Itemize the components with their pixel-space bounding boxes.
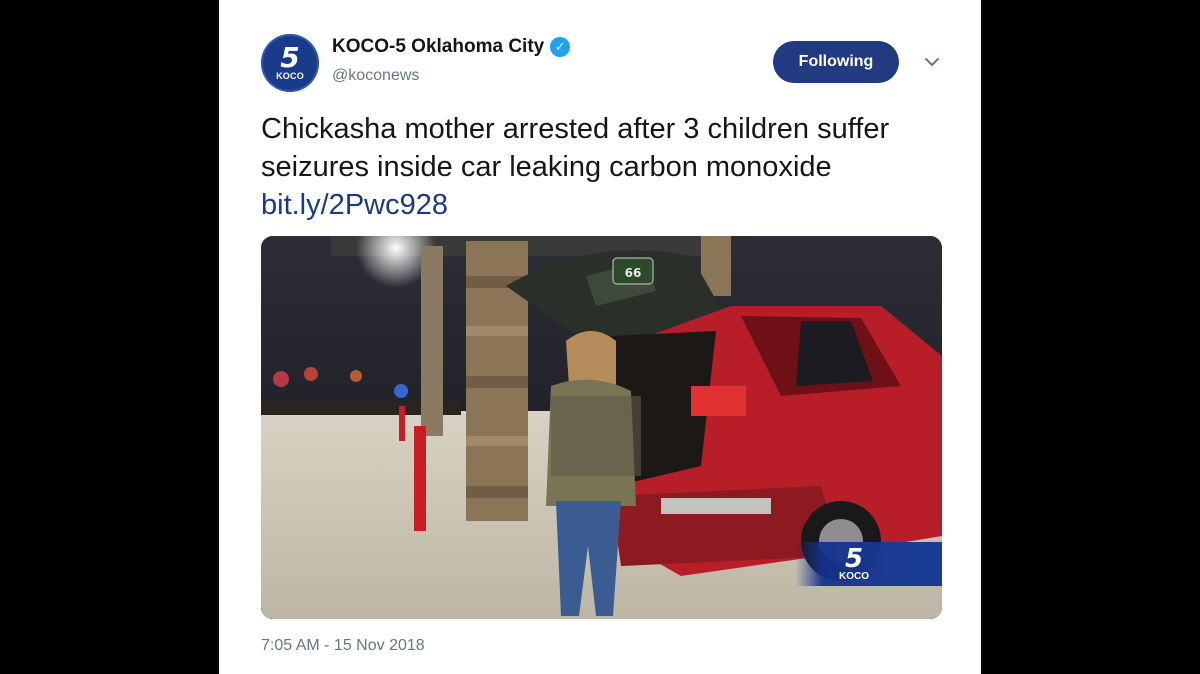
tweet-timestamp[interactable]: 7:05 AM - 15 Nov 2018 (261, 637, 425, 655)
tweet-body: Chickasha mother arrested after 3 childr… (261, 113, 890, 183)
account-handle[interactable]: @koconews (332, 67, 419, 85)
avatar[interactable]: 5 KOCO (261, 34, 319, 92)
sign-66-text: 66 (625, 266, 642, 280)
bug-label: KOCO (839, 570, 869, 582)
koco-logo-bug: 5 KOCO (796, 542, 942, 586)
tweet-card: 5 KOCO KOCO-5 Oklahoma City ✓ @koconews … (219, 0, 981, 674)
display-name[interactable]: KOCO-5 Oklahoma City (332, 36, 544, 58)
tweet-link[interactable]: bit.ly/2Pwc928 (261, 189, 448, 221)
following-button[interactable]: Following (773, 41, 899, 83)
tweet-text: Chickasha mother arrested after 3 childr… (261, 110, 951, 224)
avatar-number: 5 (280, 41, 300, 74)
tweet-media-video[interactable]: 66 5 KOCO (261, 236, 942, 619)
verified-badge-icon: ✓ (550, 37, 571, 57)
avatar-label: KOCO (276, 71, 304, 81)
bug-number: 5 (844, 543, 864, 574)
account-name-row: KOCO-5 Oklahoma City ✓ (332, 36, 571, 58)
chevron-down-icon[interactable] (922, 52, 942, 72)
